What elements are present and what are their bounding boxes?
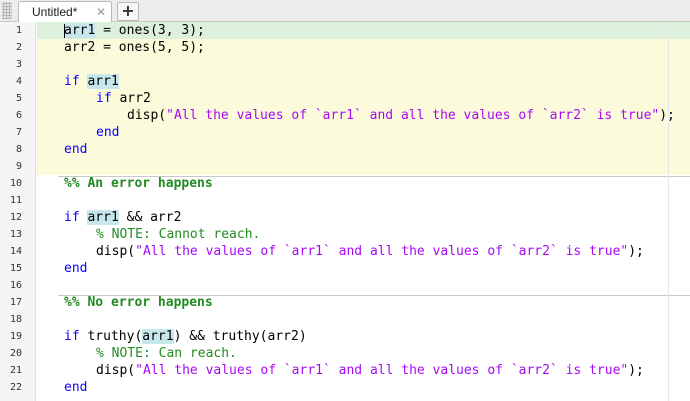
keyword: end — [64, 142, 88, 157]
code-text: disp( — [127, 108, 167, 123]
code-line-8[interactable]: end — [64, 141, 87, 158]
keyword: end — [64, 261, 88, 276]
line-number: 1 — [15, 25, 22, 36]
line-number: 15 — [9, 263, 22, 274]
code-line-1[interactable]: arr1 = ones(3, 3); — [64, 22, 205, 39]
code-line-22[interactable]: end — [64, 379, 87, 396]
line-number: 6 — [15, 110, 22, 121]
new-tab-button[interactable]: + — [117, 2, 139, 21]
code-line-4[interactable]: if arr1 — [64, 73, 119, 90]
line-number: 10 — [9, 178, 22, 189]
comment: % NOTE: Cannot reach. — [96, 227, 261, 242]
close-icon[interactable]: ✕ — [95, 5, 107, 19]
line-number: 8 — [15, 144, 22, 155]
code-line-5[interactable]: if arr2 — [96, 90, 151, 107]
line-number: 11 — [9, 195, 22, 206]
keyword: if — [64, 210, 80, 225]
line-number: 18 — [9, 314, 22, 325]
line-number-gutter[interactable]: 1 2 3 4 5 6 7 8 9 10 11 12 13 14 15 16 1… — [0, 22, 36, 401]
code-text: ) && truthy(arr2) — [173, 329, 307, 344]
code-line-7[interactable]: end — [96, 124, 119, 141]
tab-title: Untitled* — [32, 5, 78, 19]
string-literal: "All the values of `arr1` and all the va… — [135, 244, 629, 259]
code-line-6[interactable]: disp("All the values of `arr1` and all t… — [127, 107, 675, 124]
code-text: disp( — [96, 244, 136, 259]
line-number: 13 — [9, 229, 22, 240]
keyword: if — [64, 74, 80, 89]
code-line-19[interactable]: if truthy(arr1) && truthy(arr2) — [64, 328, 307, 345]
code-line-15[interactable]: end — [64, 260, 87, 277]
code-line-14[interactable]: disp("All the values of `arr1` and all t… — [96, 243, 644, 260]
line-number: 20 — [9, 348, 22, 359]
code-text: = ones(3, 3); — [95, 23, 205, 38]
line-number: 4 — [15, 76, 22, 87]
variable-highlight: arr1 — [64, 23, 96, 38]
variable-highlight: arr1 — [142, 329, 174, 344]
section-title: %% An error happens — [64, 176, 213, 191]
code-text: ); — [628, 363, 644, 378]
section-title: %% No error happens — [64, 295, 213, 310]
code-line-2[interactable]: arr2 = ones(5, 5); — [64, 39, 205, 56]
code-line-12[interactable]: if arr1 && arr2 — [64, 209, 181, 226]
line-number: 3 — [15, 59, 22, 70]
text-cursor — [64, 24, 65, 38]
line-number: 14 — [9, 246, 22, 257]
code-text: arr2 = ones(5, 5); — [64, 40, 205, 55]
line-number: 16 — [9, 280, 22, 291]
variable-highlight: arr1 — [87, 74, 119, 89]
keyword: end — [96, 125, 120, 140]
keyword: end — [64, 380, 88, 395]
line-number: 7 — [15, 127, 22, 138]
right-margin-line — [668, 22, 669, 401]
code-line-20[interactable]: % NOTE: Can reach. — [96, 345, 237, 362]
code-text: ); — [659, 108, 675, 123]
line-number: 19 — [9, 331, 22, 342]
line-number: 2 — [15, 42, 22, 53]
comment: % NOTE: Can reach. — [96, 346, 237, 361]
line-number: 9 — [15, 161, 22, 172]
code-text: arr2 — [111, 91, 151, 106]
drag-grip-icon[interactable] — [2, 2, 12, 19]
code-text: disp( — [96, 363, 136, 378]
line-number: 22 — [9, 382, 22, 393]
string-literal: "All the values of `arr1` and all the va… — [135, 363, 629, 378]
variable-highlight: arr1 — [87, 210, 119, 225]
tab-untitled[interactable]: Untitled* ✕ — [18, 1, 112, 23]
keyword: if — [64, 329, 80, 344]
code-line-21[interactable]: disp("All the values of `arr1` and all t… — [96, 362, 644, 379]
code-text: ); — [628, 244, 644, 259]
string-literal: "All the values of `arr1` and all the va… — [166, 108, 660, 123]
line-number: 17 — [9, 297, 22, 308]
line-number: 21 — [9, 365, 22, 376]
code-line-13[interactable]: % NOTE: Cannot reach. — [96, 226, 260, 243]
editor-tab-bar: Untitled* ✕ + — [0, 0, 690, 23]
line-number: 5 — [15, 93, 22, 104]
code-text: && arr2 — [118, 210, 182, 225]
line-number: 12 — [9, 212, 22, 223]
code-line-10[interactable]: %% An error happens — [64, 175, 213, 192]
keyword: if — [96, 91, 112, 106]
code-text: truthy( — [79, 329, 143, 344]
code-line-17[interactable]: %% No error happens — [64, 294, 213, 311]
